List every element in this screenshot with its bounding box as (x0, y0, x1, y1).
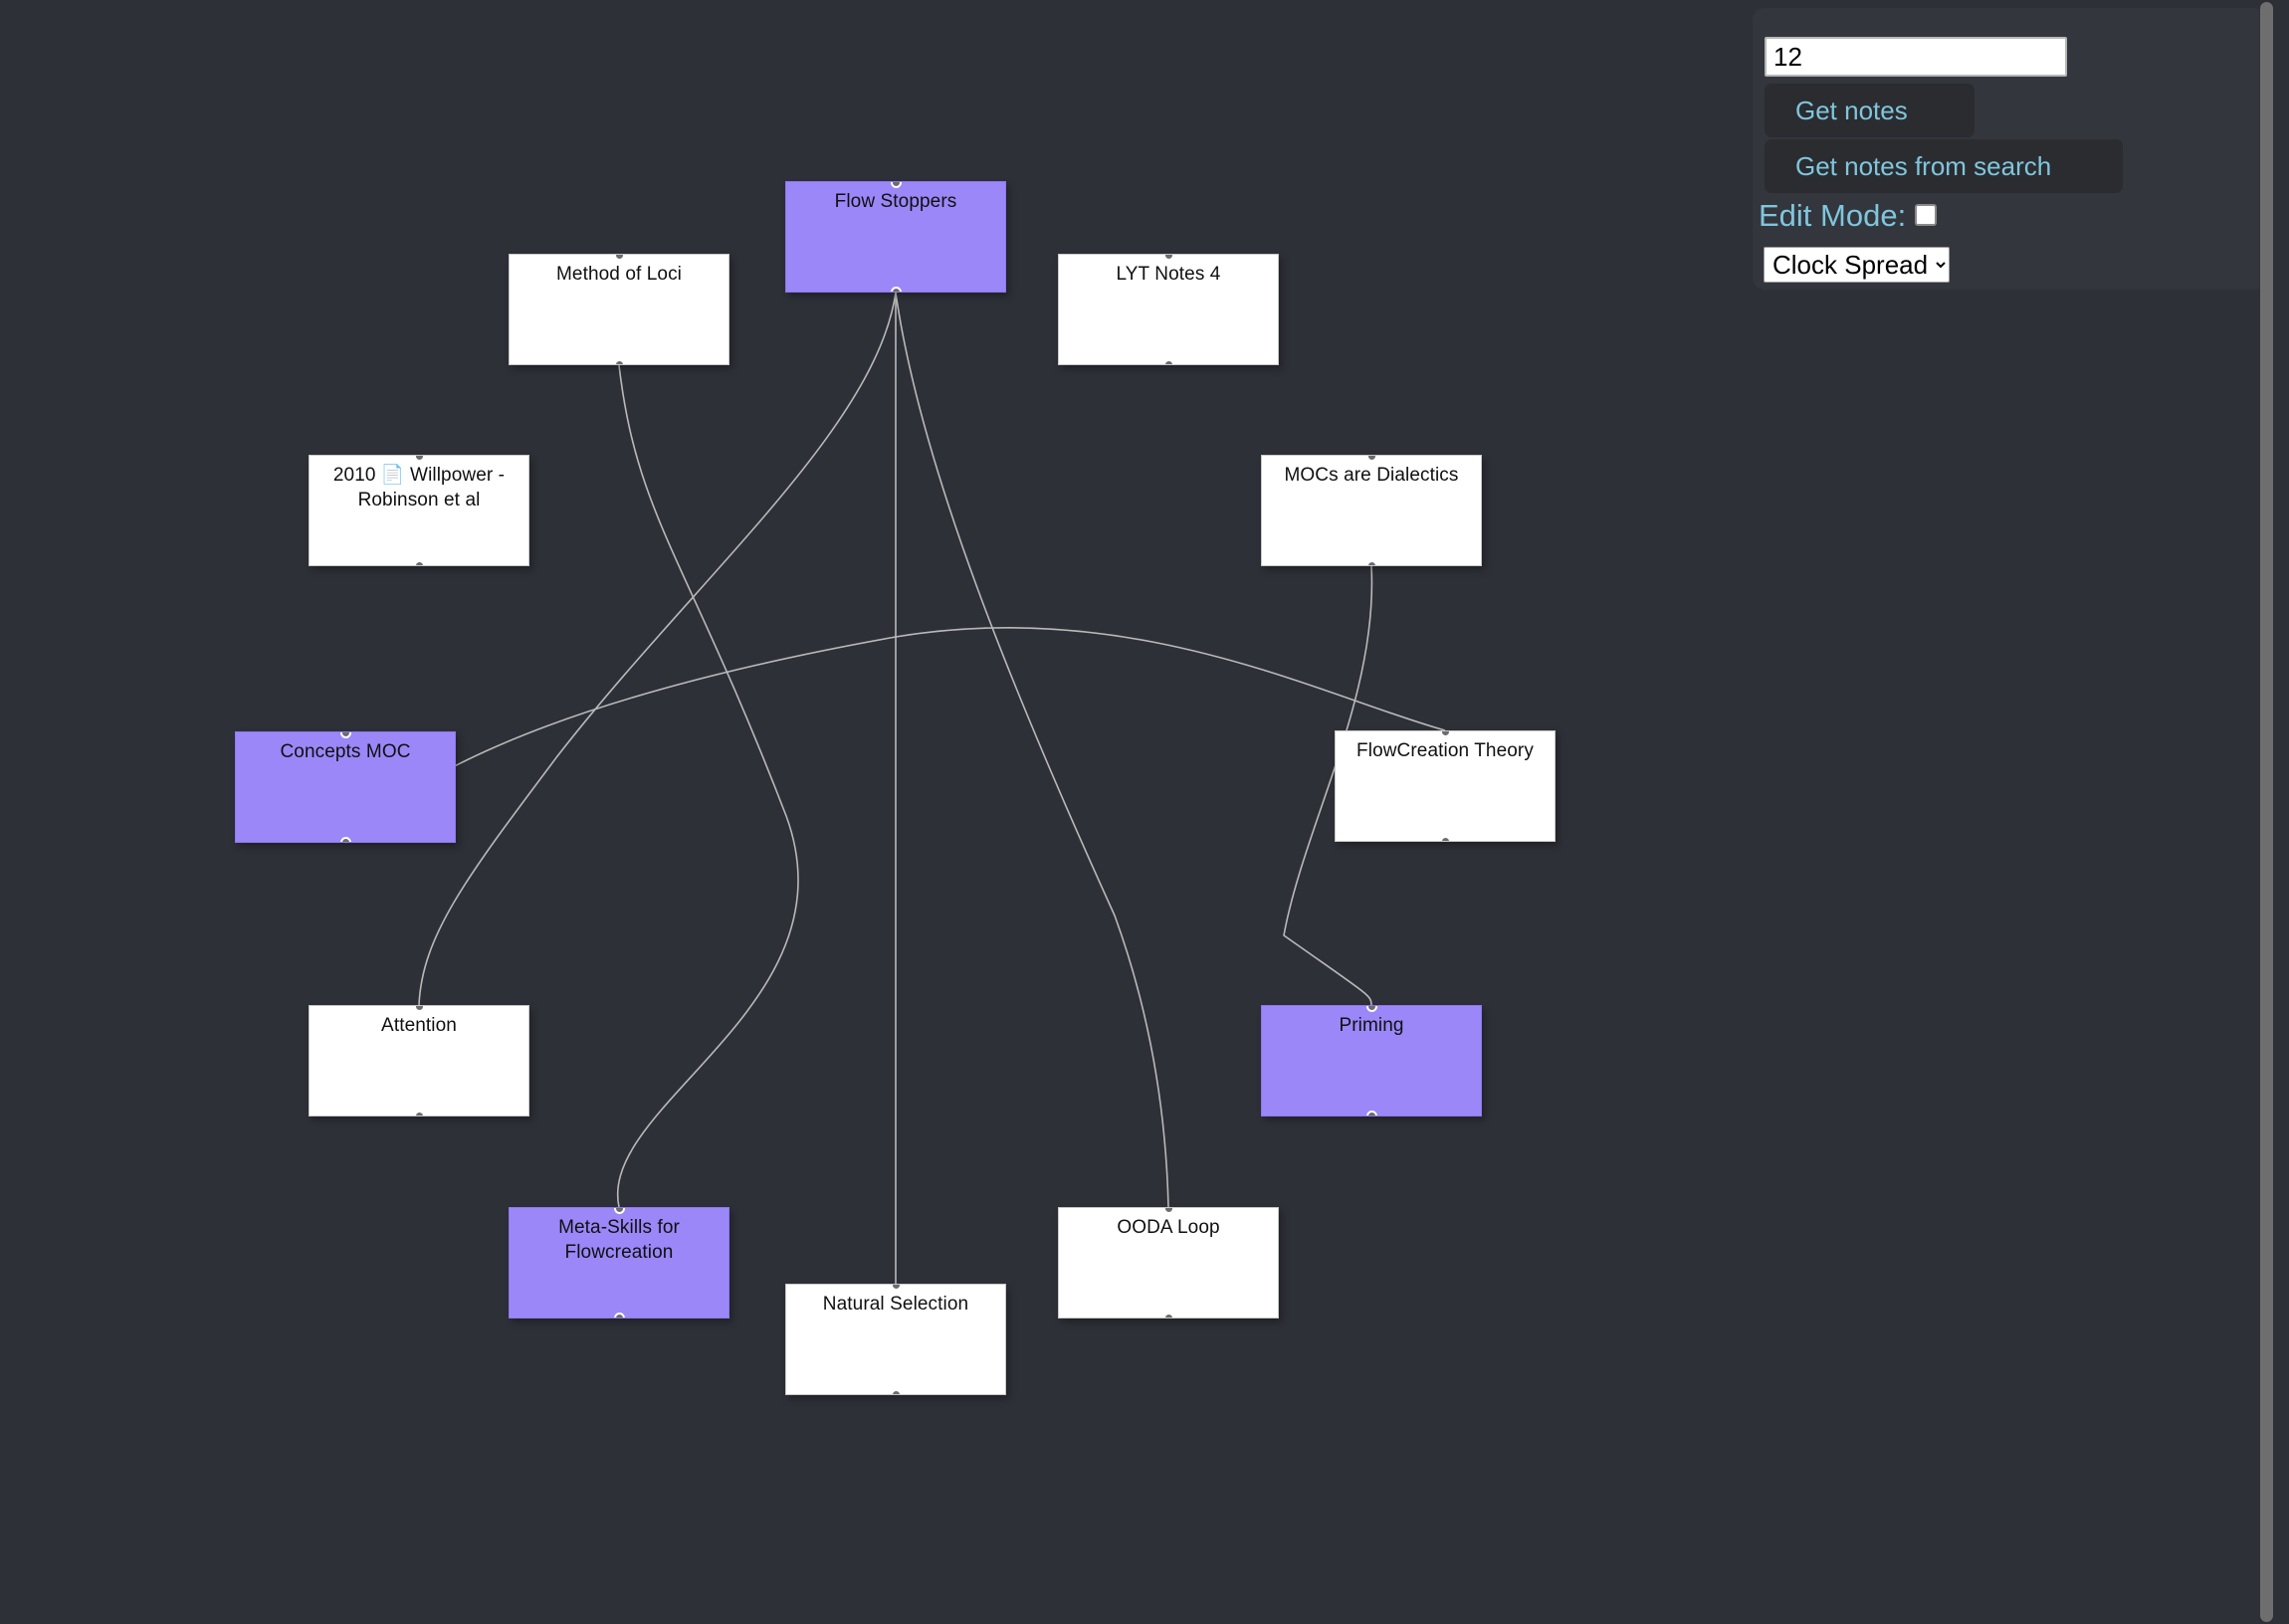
node-port-bottom[interactable] (891, 1389, 902, 1396)
node-port-top[interactable] (614, 254, 625, 261)
node-port-top[interactable] (891, 1284, 902, 1291)
graph-node-meta-skills[interactable]: Meta-Skills for Flowcreation (509, 1207, 729, 1319)
node-port-top[interactable] (1163, 1207, 1174, 1214)
control-panel: Get notes Get notes from search Edit Mod… (1753, 8, 2266, 290)
node-port-top[interactable] (891, 181, 902, 188)
graph-node-flowcreation-theory[interactable]: FlowCreation Theory (1335, 730, 1556, 842)
edit-mode-label: Edit Mode: (1759, 200, 1906, 231)
graph-node-flow-stoppers[interactable]: Flow Stoppers (785, 181, 1006, 293)
graph-node-concepts-moc[interactable]: Concepts MOC (235, 731, 456, 843)
node-port-top[interactable] (414, 455, 425, 462)
graph-node-ooda-loop[interactable]: OODA Loop (1058, 1207, 1279, 1319)
graph-node-natural-selection[interactable]: Natural Selection (785, 1284, 1006, 1395)
get-notes-from-search-button[interactable]: Get notes from search (1765, 139, 2123, 193)
graph-canvas[interactable]: Flow Stoppers Method of Loci LYT Notes 4 20… (0, 0, 2274, 1624)
node-port-bottom[interactable] (340, 837, 351, 844)
get-notes-button[interactable]: Get notes (1765, 84, 1975, 137)
graph-node-attention[interactable]: Attention (309, 1005, 529, 1116)
edit-mode-row: Edit Mode: (1759, 197, 1937, 233)
node-port-bottom[interactable] (1366, 1111, 1377, 1117)
node-port-bottom[interactable] (414, 560, 425, 567)
node-port-bottom[interactable] (1366, 560, 1377, 567)
node-port-top[interactable] (1366, 1005, 1377, 1012)
graph-edge (896, 293, 1168, 1207)
graph-node-mocs-are-dialectics[interactable]: MOCs are Dialectics (1261, 455, 1482, 566)
node-port-top[interactable] (614, 1207, 625, 1214)
graph-edge (345, 628, 1445, 843)
graph-edge (419, 293, 896, 1005)
node-port-bottom[interactable] (1163, 359, 1174, 366)
graph-node-method-of-loci[interactable]: Method of Loci (509, 254, 729, 365)
node-port-top[interactable] (340, 731, 351, 738)
edit-mode-checkbox[interactable] (1915, 204, 1937, 226)
vertical-scrollbar-thumb[interactable] (2260, 2, 2273, 1622)
node-port-bottom[interactable] (1163, 1313, 1174, 1320)
node-port-top[interactable] (1163, 254, 1174, 261)
graph-edge (618, 365, 798, 1207)
node-port-top[interactable] (1440, 730, 1451, 737)
node-port-top[interactable] (1366, 455, 1377, 462)
node-label: 2010 📄 Willpower - Robinson et al (310, 456, 528, 512)
spread-layout-select[interactable]: Clock Spread (1764, 247, 1950, 283)
note-count-input[interactable] (1765, 37, 2067, 77)
node-port-bottom[interactable] (1440, 836, 1451, 843)
graph-node-priming[interactable]: Priming (1261, 1005, 1482, 1116)
graph-node-lyt-notes-4[interactable]: LYT Notes 4 (1058, 254, 1279, 365)
node-port-bottom[interactable] (891, 287, 902, 294)
vertical-scrollbar-track[interactable] (2259, 0, 2274, 1624)
node-label: Meta-Skills for Flowcreation (510, 1208, 728, 1265)
node-port-bottom[interactable] (414, 1111, 425, 1117)
node-port-bottom[interactable] (614, 1313, 625, 1320)
graph-node-willpower-robinson[interactable]: 2010 📄 Willpower - Robinson et al (309, 455, 529, 566)
node-port-top[interactable] (414, 1005, 425, 1012)
node-port-bottom[interactable] (614, 359, 625, 366)
